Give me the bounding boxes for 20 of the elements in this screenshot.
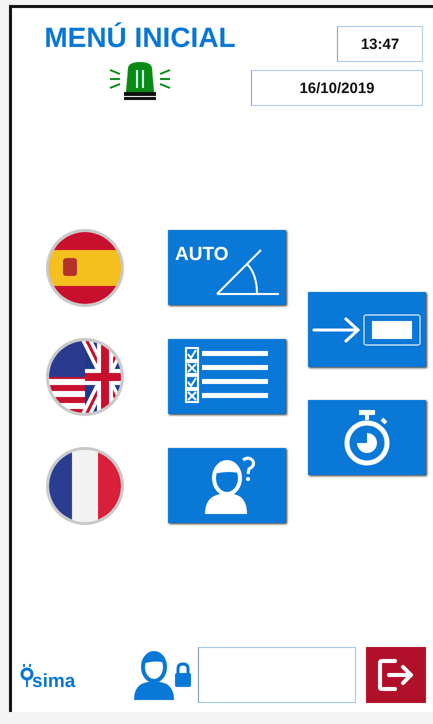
login-field[interactable] — [198, 647, 356, 703]
stopwatch-icon — [342, 408, 392, 466]
logo-icon — [20, 663, 34, 687]
checklist-button[interactable] — [168, 339, 286, 414]
auto-label: AUTO — [175, 244, 228, 266]
arrow-into-field-icon — [312, 312, 422, 348]
stopwatch-button[interactable] — [308, 400, 426, 475]
input-button[interactable] — [308, 292, 426, 367]
exit-button[interactable] — [366, 647, 426, 703]
flag-button[interactable] — [45, 336, 125, 416]
date-display: 16/10/2019 — [251, 70, 423, 106]
help-button[interactable] — [168, 448, 286, 523]
user-lock-icon — [132, 650, 192, 700]
logo-text: sima — [32, 671, 76, 693]
auto-angle-button[interactable]: AUTO — [168, 230, 286, 305]
flag-button[interactable] — [45, 446, 125, 526]
flag-button[interactable] — [45, 228, 125, 308]
screen-title: MENÚ INICIAL — [44, 22, 236, 54]
time-display: 13:47 — [337, 26, 423, 62]
exit-icon — [377, 658, 415, 692]
